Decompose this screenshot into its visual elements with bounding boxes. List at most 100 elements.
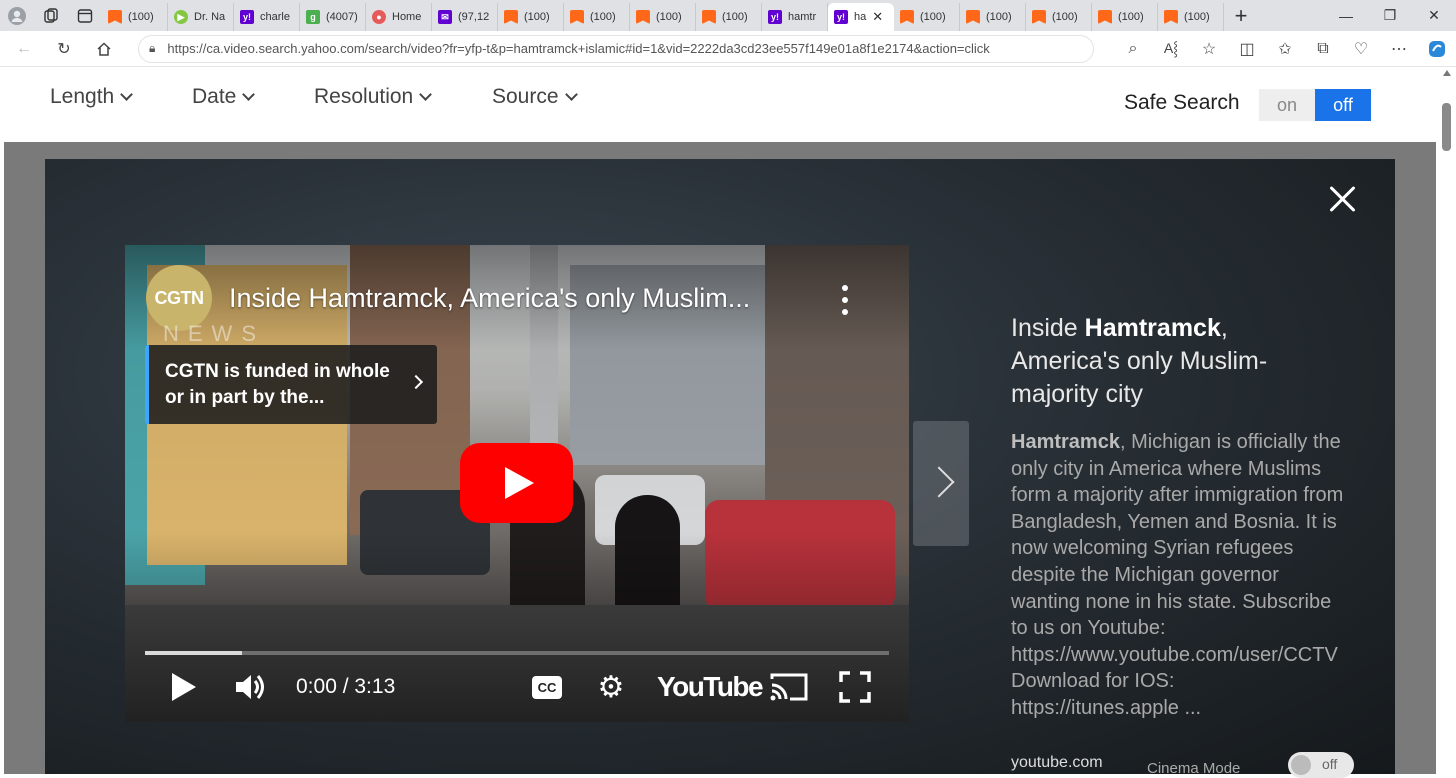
safe-search-on-button[interactable]: on <box>1259 89 1315 121</box>
url-text: https://ca.video.search.yahoo.com/search… <box>167 41 990 56</box>
refresh-button[interactable]: ↻ <box>44 31 84 67</box>
browser-tab[interactable]: y! hamtr <box>762 3 828 31</box>
substack-icon <box>504 10 518 24</box>
tab-title: (100) <box>1184 11 1210 23</box>
source-filter[interactable]: Source <box>492 85 578 109</box>
funding-notice-text: CGTN is funded in whole or in part by th… <box>165 361 390 408</box>
yahoo-icon: y! <box>240 10 254 24</box>
browser-tab[interactable]: ● Home <box>366 3 432 31</box>
substack-icon <box>1032 10 1046 24</box>
yahoo-icon: y! <box>834 10 848 24</box>
safe-search-off-button[interactable]: off <box>1315 89 1371 121</box>
browser-tab-strip: (100) ▶ Dr. Na y! charle g (4007) ● Home ✉ (97,12 (… <box>0 0 1456 31</box>
chevron-right-icon <box>408 374 424 390</box>
browser-tab[interactable]: (100) <box>630 3 696 31</box>
chevron-down-icon <box>120 87 134 101</box>
zoom-icon[interactable]: ⌕ <box>1114 31 1152 67</box>
cinema-mode-state: off <box>1322 756 1338 772</box>
browser-tab[interactable]: (100) <box>498 3 564 31</box>
body-highlight: Hamtramck <box>1011 431 1120 453</box>
browser-tab[interactable]: y! ha ✕ <box>828 3 894 31</box>
settings-gear-icon[interactable]: ⚙ <box>593 669 629 705</box>
scroll-up-arrow-icon[interactable] <box>1443 70 1451 76</box>
channel-sub-text: NEWS <box>163 321 265 346</box>
date-filter-label: Date <box>192 85 237 108</box>
body-text: , Michigan is officially the only city i… <box>1011 431 1344 719</box>
funding-notice-card[interactable]: CGTN is funded in whole or in part by th… <box>145 345 437 424</box>
browser-tab[interactable]: (100) <box>696 3 762 31</box>
browser-tab[interactable]: ▶ Dr. Na <box>168 3 234 31</box>
tab-actions-icon[interactable] <box>68 0 102 31</box>
tab-title: charle <box>260 11 290 23</box>
close-icon[interactable] <box>1328 184 1358 214</box>
back-button[interactable]: ← <box>4 31 44 67</box>
address-bar[interactable]: 🔒︎ https://ca.video.search.yahoo.com/sea… <box>138 34 1094 63</box>
favorites-icon[interactable]: ✩ <box>1266 31 1304 67</box>
tab-title: (100) <box>656 11 682 23</box>
play-icon[interactable] <box>169 669 199 705</box>
split-screen-icon[interactable]: ◫ <box>1228 31 1266 67</box>
safe-search-toggle: on off <box>1259 89 1371 121</box>
browser-tab[interactable]: (100) <box>894 3 960 31</box>
fullscreen-icon[interactable] <box>838 669 872 705</box>
profile-icon[interactable] <box>0 0 34 31</box>
youtube-logo[interactable]: YouTube <box>657 671 764 703</box>
minimize-button[interactable]: — <box>1324 0 1368 31</box>
tab-title: (97,12 <box>458 11 490 23</box>
new-tab-button[interactable]: + <box>1224 0 1258 31</box>
browser-tab[interactable]: (100) <box>1092 3 1158 31</box>
video-player[interactable]: CGTN NEWS Inside Hamtramck, America's on… <box>125 245 909 722</box>
home-button[interactable] <box>84 31 124 67</box>
volume-icon[interactable] <box>231 669 271 705</box>
safe-search-label: Safe Search <box>1124 91 1240 114</box>
cinema-mode-label: Cinema Mode <box>1147 760 1241 777</box>
copilot-icon[interactable] <box>1418 31 1456 67</box>
read-aloud-icon[interactable]: A⸾ <box>1152 31 1190 67</box>
tab-close-icon[interactable]: ✕ <box>872 9 883 25</box>
cinema-mode-toggle[interactable]: off <box>1288 752 1354 778</box>
more-vert-icon[interactable] <box>841 285 849 315</box>
substack-icon <box>900 10 914 24</box>
resolution-filter[interactable]: Resolution <box>314 85 433 109</box>
window-close-button[interactable]: ✕ <box>1412 0 1456 31</box>
video-source[interactable]: youtube.com <box>1011 754 1103 772</box>
favorite-star-icon[interactable]: ☆ <box>1190 31 1228 67</box>
browser-tab[interactable]: g (4007) <box>300 3 366 31</box>
length-filter[interactable]: Length <box>50 85 134 109</box>
video-title[interactable]: Inside Hamtramck, America's only Muslim.… <box>229 283 750 314</box>
length-filter-label: Length <box>50 85 115 108</box>
tab-title: (100) <box>722 11 748 23</box>
lock-icon[interactable]: 🔒︎ <box>149 41 155 56</box>
chevron-down-icon <box>564 87 578 101</box>
tab-title: (100) <box>986 11 1012 23</box>
page-scrollbar[interactable] <box>1438 67 1456 774</box>
captions-icon[interactable]: CC <box>527 669 567 705</box>
collections-icon[interactable]: ⧉ <box>1304 31 1342 67</box>
scroll-thumb[interactable] <box>1442 103 1451 151</box>
red-circle-icon: ● <box>372 10 386 24</box>
browser-essentials-icon[interactable]: ♡ <box>1342 31 1380 67</box>
browser-tab[interactable]: (100) <box>960 3 1026 31</box>
time-display: 0:00 / 3:13 <box>296 675 396 698</box>
restore-button[interactable]: ❐ <box>1368 0 1412 31</box>
substack-icon <box>570 10 584 24</box>
chevron-down-icon <box>242 87 256 101</box>
browser-tab[interactable]: (100) <box>102 3 168 31</box>
progress-bar[interactable] <box>145 651 889 655</box>
browser-tab[interactable]: y! charle <box>234 3 300 31</box>
youtube-play-button[interactable] <box>460 443 573 523</box>
tab-title: Dr. Na <box>194 11 226 23</box>
cast-icon[interactable] <box>767 669 811 705</box>
browser-tab[interactable]: (100) <box>1026 3 1092 31</box>
browser-tab[interactable]: ✉ (97,12 <box>432 3 498 31</box>
mail-icon: ✉ <box>438 10 452 24</box>
browser-tab[interactable]: (100) <box>564 3 630 31</box>
next-video-button[interactable] <box>913 421 969 546</box>
browser-toolbar: ← ↻ 🔒︎ https://ca.video.search.yahoo.com… <box>0 31 1456 67</box>
browser-tab[interactable]: (100) <box>1158 3 1224 31</box>
video-description-body: Hamtramck, Michigan is officially the on… <box>1011 429 1344 749</box>
substack-icon <box>1164 10 1178 24</box>
date-filter[interactable]: Date <box>192 85 256 109</box>
workspaces-icon[interactable] <box>34 0 68 31</box>
more-menu-icon[interactable]: ⋯ <box>1380 31 1418 67</box>
